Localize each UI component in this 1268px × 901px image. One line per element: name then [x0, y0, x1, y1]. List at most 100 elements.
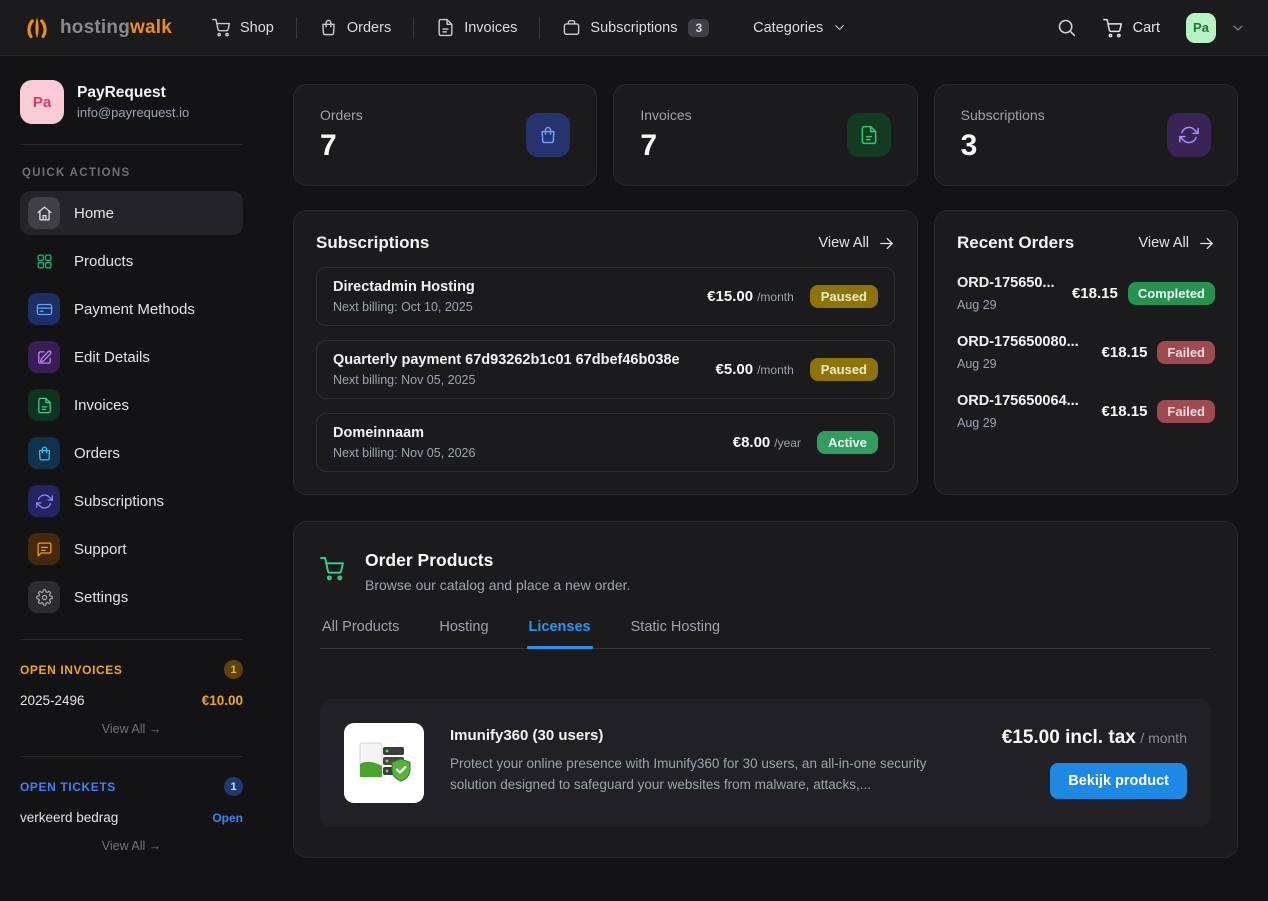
shopping-bag-icon	[526, 113, 570, 157]
subscription-row[interactable]: Domeinnaam Next billing: Nov 05, 2026 €8…	[316, 413, 895, 472]
subscription-next-billing: Next billing: Nov 05, 2025	[333, 373, 680, 387]
stat-card-invoices: Invoices 7	[613, 84, 917, 186]
main-content: Orders 7 Invoices 7 Subscriptions	[263, 56, 1268, 901]
status-badge: Active	[817, 431, 878, 454]
subscriptions-count-badge: 3	[688, 19, 709, 37]
stat-value: 7	[640, 129, 691, 163]
nav-item-shop[interactable]: Shop	[204, 12, 282, 43]
product-price: €15.00 incl. tax	[1002, 727, 1136, 748]
cart-label: Cart	[1133, 20, 1160, 36]
nav-item-subscriptions[interactable]: Subscriptions 3	[554, 12, 717, 43]
order-products-subtitle: Browse our catalog and place a new order…	[365, 577, 630, 593]
order-row[interactable]: ORD-175650... Aug 29 €18.15 Completed	[957, 275, 1215, 312]
credit-card-icon	[28, 293, 60, 325]
sidebar-item-orders[interactable]: Orders	[20, 431, 243, 475]
subscription-next-billing: Next billing: Nov 05, 2026	[333, 446, 475, 460]
subscription-row[interactable]: Quarterly payment 67d93262b1c01 67dbef46…	[316, 340, 895, 399]
edit-pencil-icon	[28, 341, 60, 373]
order-id: ORD-175650064...	[957, 393, 1102, 409]
subscriptions-panel: Subscriptions View All Directadmin Hosti…	[293, 210, 918, 495]
order-products-panel: Order Products Browse our catalog and pl…	[293, 521, 1238, 858]
brand-logo[interactable]: hostingwalk	[22, 13, 172, 43]
open-tickets-count-badge: 1	[224, 777, 243, 796]
product-description: Protect your online presence with Imunif…	[450, 754, 976, 796]
invoice-amount: €10.00	[202, 693, 243, 708]
order-products-title: Order Products	[365, 550, 630, 571]
view-product-button[interactable]: Bekijk product	[1050, 763, 1187, 799]
recent-orders-panel: Recent Orders View All ORD-175650... Aug…	[934, 210, 1238, 495]
subscription-price: €15.00	[707, 288, 753, 305]
nav-item-invoices[interactable]: Invoices	[428, 12, 525, 43]
sidebar-item-subscriptions[interactable]: Subscriptions	[20, 479, 243, 523]
profile-avatar: Pa	[20, 80, 64, 124]
view-all-label: View All	[1138, 235, 1189, 251]
chevron-down-icon[interactable]	[1230, 20, 1246, 36]
sidebar-item-settings[interactable]: Settings	[20, 575, 243, 619]
sidebar-item-support[interactable]: Support	[20, 527, 243, 571]
subscription-row[interactable]: Directadmin Hosting Next billing: Oct 10…	[316, 267, 895, 326]
quick-actions-label: QUICK ACTIONS	[22, 167, 243, 179]
open-ticket-row[interactable]: verkeerd bedrag Open	[20, 810, 243, 825]
arrow-right-icon	[878, 235, 895, 252]
ticket-title: verkeerd bedrag	[20, 810, 118, 825]
sidebar-item-label: Edit Details	[74, 349, 150, 366]
order-amount: €18.15	[1102, 403, 1148, 420]
stat-card-subscriptions: Subscriptions 3	[934, 84, 1238, 186]
view-all-label: View All	[818, 235, 869, 251]
status-badge: Failed	[1157, 341, 1215, 364]
order-row[interactable]: ORD-175650064... Aug 29 €18.15 Failed	[957, 393, 1215, 430]
nav-label: Orders	[347, 20, 391, 36]
tab-hosting[interactable]: Hosting	[437, 619, 490, 648]
profile-email: info@payrequest.io	[77, 105, 189, 120]
subscription-period: /month	[757, 363, 794, 377]
tickets-view-all-link[interactable]: View All →	[20, 839, 243, 853]
tab-static-hosting[interactable]: Static Hosting	[629, 619, 722, 648]
shopping-bag-icon	[319, 18, 338, 37]
stats-row: Orders 7 Invoices 7 Subscriptions	[293, 84, 1238, 186]
nav-divider	[413, 17, 414, 39]
open-invoice-row[interactable]: 2025-2496 €10.00	[20, 693, 243, 708]
divider	[20, 756, 243, 757]
open-tickets-title: OPEN TICKETS	[20, 780, 116, 794]
subscription-price: €5.00	[716, 361, 754, 378]
nav-item-orders[interactable]: Orders	[311, 12, 399, 43]
tab-licenses[interactable]: Licenses	[527, 619, 593, 648]
panel-title: Subscriptions	[316, 233, 429, 253]
primary-nav: Shop Orders Invoices Subscriptions 3 Cat…	[204, 12, 855, 43]
search-icon[interactable]	[1056, 17, 1077, 38]
cart-icon	[320, 556, 345, 581]
sidebar-item-products[interactable]: Products	[20, 239, 243, 283]
grid-icon	[28, 245, 60, 277]
status-badge: Paused	[810, 358, 878, 381]
cart-button[interactable]: Cart	[1103, 18, 1160, 38]
sidebar-item-edit-details[interactable]: Edit Details	[20, 335, 243, 379]
sidebar: Pa PayRequest info@payrequest.io QUICK A…	[0, 56, 263, 901]
sidebar-item-home[interactable]: Home	[20, 191, 243, 235]
order-row[interactable]: ORD-175650080... Aug 29 €18.15 Failed	[957, 334, 1215, 371]
nav-item-categories[interactable]: Categories	[745, 14, 855, 42]
order-date: Aug 29	[957, 298, 1072, 312]
nav-divider	[296, 17, 297, 39]
panel-title: Recent Orders	[957, 233, 1074, 253]
profile-name: PayRequest	[77, 84, 189, 102]
chevron-down-icon	[832, 20, 847, 35]
briefcase-icon	[562, 18, 581, 37]
subscription-name: Domeinnaam	[333, 425, 475, 441]
tab-all-products[interactable]: All Products	[320, 619, 401, 648]
sidebar-item-payment-methods[interactable]: Payment Methods	[20, 287, 243, 331]
cart-icon	[1103, 18, 1123, 38]
order-id: ORD-175650080...	[957, 334, 1102, 350]
sidebar-item-label: Subscriptions	[74, 493, 164, 510]
gear-icon	[28, 581, 60, 613]
orders-view-all-button[interactable]: View All	[1138, 235, 1215, 252]
home-icon	[28, 197, 60, 229]
sidebar-item-invoices[interactable]: Invoices	[20, 383, 243, 427]
invoices-view-all-link[interactable]: View All →	[20, 722, 243, 736]
user-avatar[interactable]: Pa	[1186, 13, 1216, 43]
subscription-name: Directadmin Hosting	[333, 279, 475, 295]
subscription-next-billing: Next billing: Oct 10, 2025	[333, 300, 475, 314]
refresh-icon	[1167, 113, 1211, 157]
subscription-name: Quarterly payment 67d93262b1c01 67dbef46…	[333, 352, 680, 368]
nav-label: Categories	[753, 20, 823, 36]
subscriptions-view-all-button[interactable]: View All	[818, 235, 895, 252]
